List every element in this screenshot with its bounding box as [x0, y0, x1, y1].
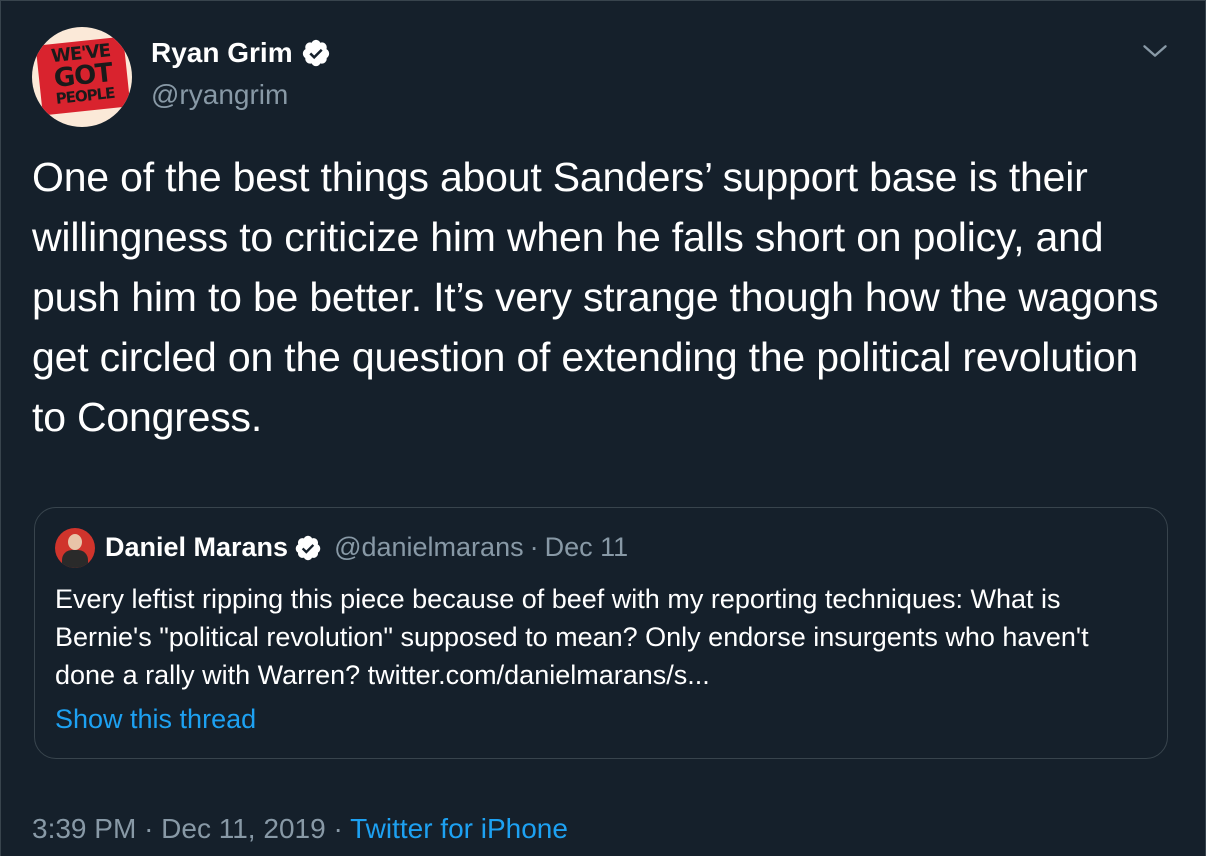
- quoted-author-avatar[interactable]: [55, 528, 95, 568]
- author-avatar[interactable]: WE'VE GOT PEOPLE: [32, 27, 132, 127]
- separator-dot: ·: [529, 532, 539, 562]
- quoted-date[interactable]: Dec 11: [545, 532, 629, 563]
- separator-dot: ·: [144, 813, 154, 844]
- verified-badge-icon: [295, 535, 321, 560]
- tweet-card: WE'VE GOT PEOPLE Ryan Grim @ryangrim One…: [0, 0, 1206, 856]
- author-handle[interactable]: @ryangrim: [151, 79, 288, 111]
- avatar-logo: WE'VE GOT PEOPLE: [35, 36, 131, 116]
- tweet-time[interactable]: 3:39 PM: [32, 813, 136, 844]
- tweet-meta: 3:39 PM · Dec 11, 2019 · Twitter for iPh…: [32, 813, 568, 845]
- separator-dot: ·: [333, 813, 343, 844]
- quoted-handle[interactable]: @danielmarans: [334, 532, 524, 563]
- show-thread-link[interactable]: Show this thread: [55, 704, 256, 735]
- tweet-source-link[interactable]: Twitter for iPhone: [350, 813, 568, 844]
- chevron-down-icon[interactable]: [1141, 37, 1169, 65]
- quoted-text: Every leftist ripping this piece because…: [55, 584, 1089, 690]
- quoted-tweet[interactable]: Daniel Marans @danielmarans · Dec 11 Eve…: [34, 507, 1168, 759]
- quoted-header: Daniel Marans @danielmarans · Dec 11: [105, 532, 628, 563]
- author-display-name[interactable]: Ryan Grim: [151, 37, 293, 69]
- tweet-text: One of the best things about Sanders’ su…: [32, 154, 1159, 440]
- author-name-row: Ryan Grim: [151, 37, 331, 69]
- tweet-date[interactable]: Dec 11, 2019: [161, 813, 326, 844]
- quoted-display-name[interactable]: Daniel Marans: [105, 532, 288, 563]
- verified-badge-icon: [302, 39, 329, 67]
